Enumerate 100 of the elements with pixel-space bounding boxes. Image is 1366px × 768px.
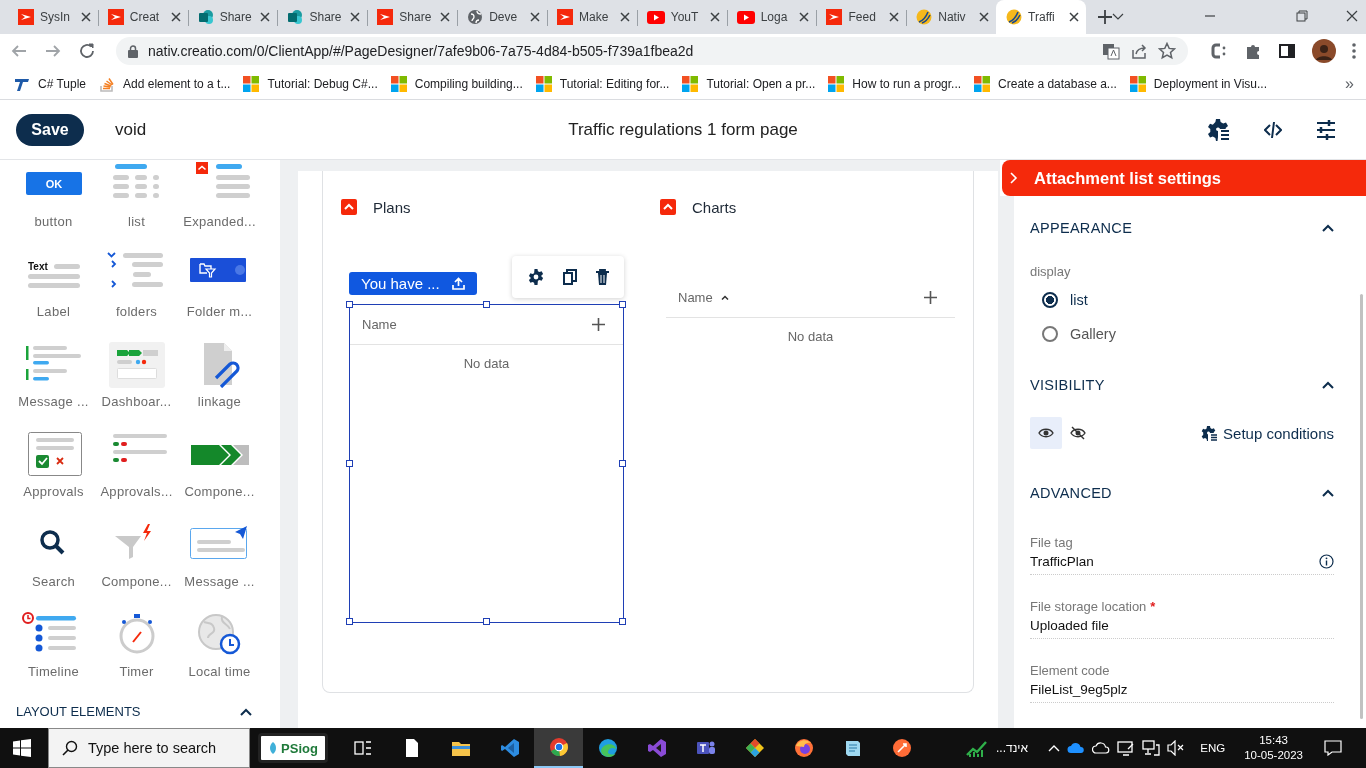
chevron-up-icon[interactable] (1322, 489, 1334, 497)
close-icon[interactable] (80, 12, 91, 22)
resize-handle[interactable] (346, 459, 353, 467)
speaker-mute-icon[interactable] (1167, 740, 1186, 756)
column-header[interactable]: Name (362, 317, 397, 332)
close-icon[interactable] (170, 12, 181, 22)
windows-start-icon[interactable] (13, 739, 31, 757)
search-field[interactable]: Type here to search (48, 728, 250, 768)
translate-icon[interactable] (1102, 42, 1120, 60)
radio-button[interactable] (1042, 326, 1058, 342)
bookmark[interactable]: Compiling building... (390, 75, 523, 92)
clock[interactable]: 15:43 10-05-2023 (1244, 733, 1303, 763)
close-icon[interactable] (799, 12, 810, 22)
collapse-icon[interactable] (660, 199, 676, 215)
resize-handle[interactable] (346, 618, 353, 625)
save-button[interactable]: Save (16, 113, 84, 146)
resize-handle[interactable] (482, 618, 490, 625)
chevron-up-icon[interactable] (1322, 381, 1334, 389)
gear-list-icon[interactable] (1206, 117, 1230, 142)
radio-button[interactable] (1042, 292, 1058, 308)
palette-item[interactable]: Message ... (184, 574, 255, 589)
visible-toggle[interactable] (1030, 417, 1062, 449)
menu-dots-icon[interactable] (1352, 43, 1356, 59)
share-icon[interactable] (1130, 42, 1148, 60)
plus-icon[interactable] (592, 318, 605, 331)
browser-tab[interactable]: Make (546, 0, 637, 34)
notification-icon[interactable] (1324, 740, 1342, 756)
palette-item[interactable]: folders (115, 304, 158, 319)
palette-item[interactable]: Folder m... (186, 304, 253, 319)
sliders-icon[interactable] (1316, 119, 1336, 140)
browser-tab[interactable]: Creat (97, 0, 188, 34)
bookmark[interactable]: Tutorial: Open a pr... (682, 75, 816, 92)
close-icon[interactable] (619, 12, 630, 22)
plus-icon[interactable] (924, 291, 937, 304)
palette-item[interactable]: Expanded... (183, 214, 256, 229)
more-bookmarks[interactable]: » (1345, 74, 1354, 93)
resize-handle[interactable] (619, 301, 626, 308)
palette-item[interactable]: list (127, 214, 146, 229)
radio-label[interactable]: list (1070, 292, 1088, 308)
browser-tab[interactable]: Feed (816, 0, 907, 34)
palette-item[interactable]: Compone... (184, 484, 255, 499)
side-panel-icon[interactable] (1278, 42, 1296, 60)
close-icon[interactable] (529, 12, 540, 22)
stock-ticker[interactable]: אינד... (996, 741, 1028, 755)
new-tab-icon[interactable] (1097, 10, 1112, 24)
extension-c-icon[interactable] (1210, 42, 1228, 60)
palette-item[interactable]: Search (32, 574, 75, 589)
resize-handle[interactable] (619, 618, 626, 625)
sort-up-icon[interactable] (720, 295, 729, 300)
selection-frame[interactable]: Name No data (349, 304, 624, 623)
upload-button[interactable]: You have ... (349, 272, 477, 295)
close-icon[interactable] (1068, 12, 1079, 22)
bookmark[interactable]: Create a database a... (974, 75, 1117, 92)
bookmark[interactable]: How to run a progr... (828, 75, 962, 92)
puzzle-icon[interactable] (1244, 42, 1262, 60)
browser-tab[interactable]: Share (277, 0, 368, 34)
browser-tab[interactable]: Traffi (996, 0, 1086, 34)
chevron-up-icon[interactable] (240, 707, 252, 716)
trash-icon[interactable] (595, 269, 609, 285)
screen-pen-icon[interactable] (1117, 740, 1136, 756)
close-icon[interactable] (979, 12, 990, 22)
stock-chart-icon[interactable] (966, 739, 988, 757)
restore-icon[interactable] (1295, 10, 1308, 22)
palette-item[interactable]: Dashboar... (101, 394, 172, 409)
palette-item[interactable]: Label (36, 304, 71, 319)
bookmark[interactable]: C# Tuple (14, 75, 87, 92)
bookmark[interactable]: Add element to a t... (99, 75, 231, 92)
browser-tab[interactable]: Deve (457, 0, 547, 34)
taskbar-app[interactable] (534, 728, 583, 768)
close-icon[interactable] (889, 12, 900, 22)
collapse-icon[interactable] (341, 199, 357, 215)
browser-tab[interactable]: Share (187, 0, 278, 34)
chevron-up-icon[interactable] (1322, 224, 1334, 232)
setup-conditions-button[interactable]: Setup conditions (1201, 424, 1334, 442)
info-icon[interactable] (1319, 554, 1334, 569)
close-icon[interactable] (1345, 10, 1358, 22)
settings-icon[interactable] (527, 269, 544, 285)
close-icon[interactable] (709, 12, 720, 22)
bookmark[interactable]: Deployment in Visu... (1129, 75, 1267, 92)
close-icon[interactable] (260, 12, 271, 22)
resize-handle[interactable] (346, 301, 353, 308)
copy-icon[interactable] (562, 269, 577, 285)
resize-handle[interactable] (619, 459, 626, 467)
network-icon[interactable] (1142, 740, 1161, 756)
palette-item[interactable]: Timeline (27, 664, 79, 679)
close-icon[interactable] (350, 12, 361, 22)
bookmark[interactable]: Tutorial: Debug C#... (243, 75, 378, 92)
palette-item[interactable]: linkage (197, 394, 242, 409)
cloud-icon[interactable] (1067, 742, 1086, 754)
palette-item[interactable]: Timer (119, 664, 154, 679)
resize-handle[interactable] (482, 301, 490, 308)
browser-tab[interactable]: Share (367, 0, 458, 34)
input-language[interactable]: ENG (1200, 742, 1226, 754)
bookmark[interactable]: Tutorial: Editing for... (535, 75, 670, 92)
palette-item[interactable]: Approvals (23, 484, 84, 499)
palette-item[interactable]: Approvals... (100, 484, 173, 499)
palette-item[interactable]: Message ... (18, 394, 89, 409)
star-icon[interactable] (1158, 42, 1176, 60)
close-icon[interactable] (440, 12, 451, 22)
chevron-right-icon[interactable] (1010, 172, 1018, 184)
